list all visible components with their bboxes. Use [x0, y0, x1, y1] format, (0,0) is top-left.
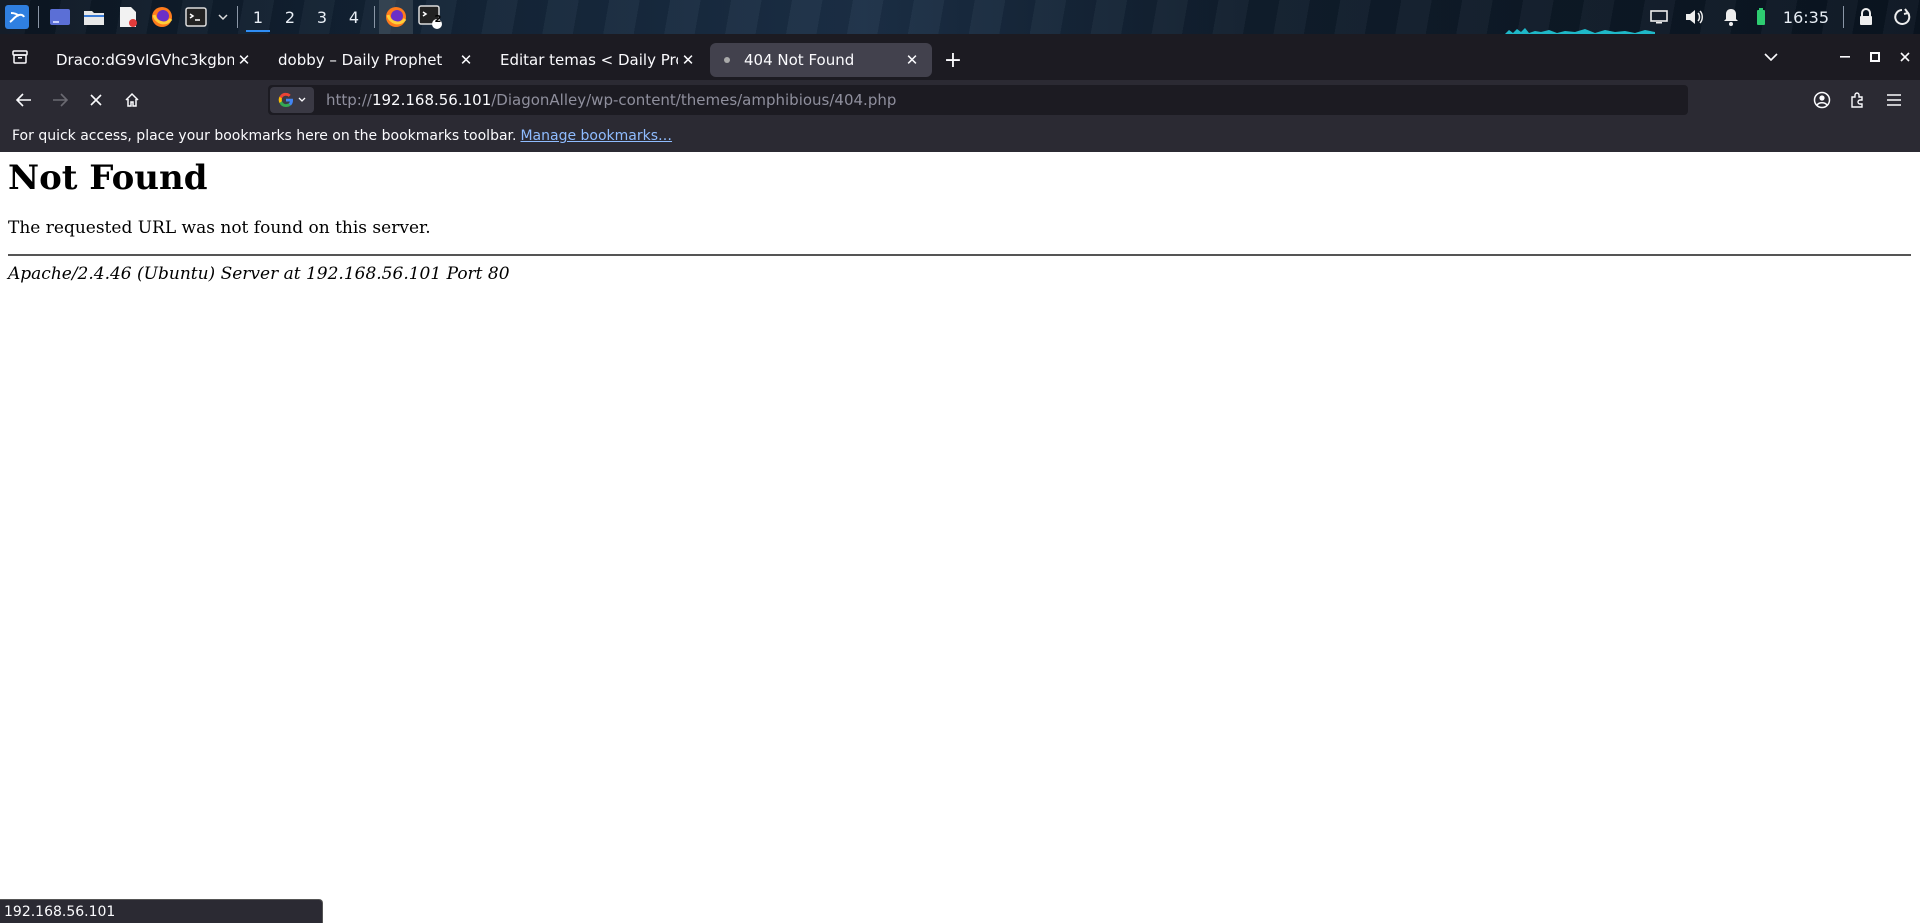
- lock-icon[interactable]: [1848, 0, 1884, 34]
- hamburger-menu-icon[interactable]: [1876, 84, 1912, 116]
- close-window-button[interactable]: [1890, 42, 1920, 72]
- network-graph: [1505, 28, 1655, 34]
- tab-title: dobby – Daily Prophet: [278, 51, 443, 69]
- workspace-2[interactable]: 2: [274, 0, 306, 34]
- url-path: /DiagonAlley/wp-content/themes/amphibiou…: [491, 91, 897, 109]
- close-icon[interactable]: ✕: [456, 51, 476, 69]
- minimize-button[interactable]: [1830, 42, 1860, 72]
- firefox-launcher-icon[interactable]: [145, 0, 179, 34]
- url-host: 192.168.56.101: [371, 91, 492, 109]
- panel-separator: [38, 6, 39, 28]
- manage-bookmarks-link[interactable]: Manage bookmarks…: [520, 128, 672, 144]
- chevron-down-icon: [298, 97, 306, 102]
- volume-icon[interactable]: [1677, 0, 1713, 34]
- chevron-down-icon[interactable]: [213, 0, 233, 34]
- panel-separator: [1843, 6, 1844, 28]
- new-tab-button[interactable]: +: [936, 43, 970, 77]
- panel-separator: [237, 6, 238, 28]
- maximize-button[interactable]: [1860, 42, 1890, 72]
- app-menu-icon[interactable]: [0, 0, 34, 34]
- window-controls: [1756, 34, 1920, 80]
- divider: [8, 254, 1911, 256]
- google-icon: [278, 92, 293, 108]
- list-all-tabs-icon[interactable]: [1756, 42, 1786, 72]
- tab-title: Draco:dG9vIGVhc3kgbm8/IFI: [56, 51, 234, 69]
- page-title: Not Found: [8, 158, 208, 198]
- terminal-window-icon[interactable]: 2: [413, 0, 447, 34]
- bookmarks-hint: For quick access, place your bookmarks h…: [12, 128, 517, 144]
- server-signature: Apache/2.4.46 (Ubuntu) Server at 192.168…: [8, 264, 510, 284]
- address-bar[interactable]: http://192.168.56.101/DiagonAlley/wp-con…: [268, 85, 1688, 115]
- system-panel: 1 2 3 4 2 16:35: [0, 0, 1920, 34]
- toolbar-right: [1804, 80, 1912, 120]
- status-panel: 192.168.56.101: [0, 899, 323, 923]
- home-button[interactable]: [114, 84, 150, 116]
- close-icon[interactable]: ✕: [234, 51, 254, 69]
- search-engine-button[interactable]: [270, 87, 314, 113]
- clock[interactable]: 16:35: [1773, 8, 1839, 27]
- tab-title: 404 Not Found: [744, 51, 855, 69]
- workspace-3[interactable]: 3: [306, 0, 338, 34]
- terminal-launcher-icon[interactable]: [179, 0, 213, 34]
- back-button[interactable]: [6, 84, 42, 116]
- tab-editar-temas[interactable]: Editar temas < Daily Prophet ✕: [486, 43, 708, 77]
- tab-dobby[interactable]: dobby – Daily Prophet ✕: [264, 43, 486, 77]
- file-manager-icon[interactable]: [77, 0, 111, 34]
- workspace-4[interactable]: 4: [338, 0, 370, 34]
- show-desktop-icon[interactable]: [43, 0, 77, 34]
- url-text[interactable]: http://192.168.56.101/DiagonAlley/wp-con…: [326, 91, 896, 109]
- tab-draco[interactable]: Draco:dG9vIGVhc3kgbm8/IFI ✕: [42, 43, 264, 77]
- bookmarks-toolbar: For quick access, place your bookmarks h…: [0, 120, 1920, 152]
- battery-icon[interactable]: [1749, 0, 1773, 34]
- url-scheme: http://: [326, 91, 372, 109]
- tab-title: Editar temas < Daily Prophet: [500, 51, 678, 69]
- close-icon[interactable]: ✕: [902, 51, 922, 69]
- terminal-badge: 2: [434, 14, 442, 25]
- firefox-window-icon[interactable]: [379, 0, 413, 34]
- tab-strip: Draco:dG9vIGVhc3kgbm8/IFI ✕ dobby – Dail…: [0, 34, 1920, 80]
- stop-loading-button[interactable]: [78, 84, 114, 116]
- extensions-icon[interactable]: [1840, 84, 1876, 116]
- notification-bell-icon[interactable]: [1713, 0, 1749, 34]
- screen-icon[interactable]: [1641, 0, 1677, 34]
- workspace-1[interactable]: 1: [242, 0, 274, 34]
- loading-indicator-icon: [724, 57, 730, 63]
- text-editor-icon[interactable]: [111, 0, 145, 34]
- tab-404-not-found[interactable]: 404 Not Found ✕: [710, 43, 932, 77]
- system-tray: 16:35: [1641, 0, 1920, 34]
- navigation-toolbar: http://192.168.56.101/DiagonAlley/wp-con…: [0, 80, 1920, 120]
- logout-icon[interactable]: [1884, 0, 1920, 34]
- close-icon[interactable]: ✕: [678, 51, 698, 69]
- panel-separator: [374, 6, 375, 28]
- forward-button[interactable]: [42, 84, 78, 116]
- page-content: Not Found The requested URL was not foun…: [0, 152, 1920, 923]
- account-icon[interactable]: [1804, 84, 1840, 116]
- firefox-view-icon[interactable]: [0, 41, 40, 73]
- error-message: The requested URL was not found on this …: [8, 218, 431, 238]
